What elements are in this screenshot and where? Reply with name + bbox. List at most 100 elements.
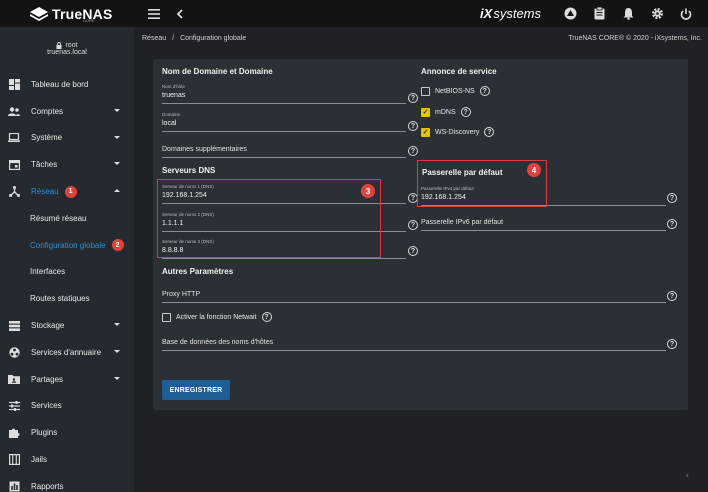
collapse-icon[interactable]: ‹	[686, 470, 689, 480]
gw6-input[interactable]: Passerelle IPv6 par défaut	[421, 219, 503, 226]
sidebar-item-shares[interactable]: Partages	[0, 366, 134, 393]
proxy-field[interactable]: Proxy HTTP	[162, 291, 666, 303]
sidebar-subitem-static-routes[interactable]: Routes statiques	[0, 285, 134, 312]
breadcrumb: Réseau / Configuration globale TrueNAS C…	[134, 27, 708, 49]
mdns-checkbox[interactable]: mDNS ?	[421, 107, 471, 117]
menu-icon[interactable]	[144, 4, 164, 24]
sidebar-item-label: Tableau de bord	[31, 79, 89, 89]
sidebar-item-label: Rapports	[31, 481, 64, 491]
help-icon[interactable]: ?	[408, 146, 418, 156]
sidebar-item-directory-services[interactable]: Services d'annuaire	[0, 339, 134, 366]
wsd-label: WS-Discovery	[435, 128, 480, 136]
chevron-down-icon	[114, 349, 120, 353]
chevron-down-icon	[114, 323, 120, 327]
sidebar-subitem-network-summary[interactable]: Résumé réseau	[0, 205, 134, 232]
domain-input[interactable]: local	[162, 120, 176, 127]
sidebar-item-label: Réseau	[31, 187, 59, 197]
chevron-down-icon	[114, 162, 120, 166]
sidebar-subitem-global-config[interactable]: Configuration globale 2	[0, 232, 134, 259]
gw6-field[interactable]: Passerelle IPv6 par défaut	[421, 219, 666, 231]
help-icon[interactable]: ?	[484, 127, 495, 137]
sidebar-item-dashboard[interactable]: Tableau de bord	[0, 71, 134, 98]
sidebar-subitem-label: Configuration globale	[30, 240, 106, 250]
truenas-logo-icon	[30, 6, 48, 21]
netbios-checkbox[interactable]: NetBIOS-NS ?	[421, 86, 490, 96]
section-title-dns: Serveurs DNS	[162, 166, 216, 175]
sidebar-item-jails[interactable]: Jails	[0, 446, 134, 473]
brand[interactable]: TrueNAS	[0, 0, 134, 27]
dashboard-icon	[8, 78, 20, 90]
domain-field[interactable]: Domaine local	[162, 112, 406, 132]
vendor-prefix: iX	[480, 6, 493, 21]
network-icon	[8, 186, 20, 198]
power-icon[interactable]	[676, 4, 696, 24]
sidebar-item-reports[interactable]: Rapports	[0, 473, 134, 492]
sidebar-item-label: Services	[31, 401, 62, 411]
gw6-underline	[421, 230, 666, 231]
clipboard-icon[interactable]	[589, 4, 609, 24]
extra-domains-underline	[162, 157, 406, 158]
extra-domains-field[interactable]: Domaines supplémentaires	[162, 146, 406, 158]
help-icon[interactable]: ?	[667, 291, 677, 301]
help-icon[interactable]: ?	[408, 93, 418, 103]
help-icon[interactable]: ?	[408, 121, 418, 131]
wsd-checkbox-box[interactable]	[421, 127, 430, 137]
sidebar-item-label: Jails	[31, 455, 48, 465]
jail-icon	[8, 454, 20, 466]
vendor-name: systems	[493, 6, 541, 21]
truecommand-icon[interactable]	[560, 4, 580, 24]
sidebar-item-label: Tâches	[31, 160, 58, 170]
breadcrumb-root[interactable]: Réseau	[142, 35, 166, 42]
laptop-icon	[8, 132, 20, 144]
top-bar: TrueNAS CORE iX systems	[0, 0, 708, 27]
sidebar-subitem-interfaces[interactable]: Interfaces	[0, 259, 134, 286]
netwait-checkbox[interactable]: Activer la fonction Netwait ?	[162, 312, 272, 322]
netwait-checkbox-box[interactable]	[162, 312, 171, 322]
hosts-db-input[interactable]: Base de données des noms d'hôtes	[162, 339, 273, 346]
proxy-input[interactable]: Proxy HTTP	[162, 291, 200, 298]
hostname-input[interactable]: truenas	[162, 92, 185, 99]
gear-icon[interactable]	[647, 4, 667, 24]
sidebar-item-storage[interactable]: Stockage	[0, 312, 134, 339]
extra-domains-input[interactable]: Domaines supplémentaires	[162, 146, 247, 153]
chevron-down-icon	[114, 135, 120, 139]
help-icon[interactable]: ?	[667, 219, 677, 229]
help-icon[interactable]: ?	[408, 246, 418, 256]
help-icon[interactable]: ?	[261, 312, 272, 322]
wsd-checkbox[interactable]: WS-Discovery ?	[421, 127, 495, 137]
chevron-up-icon	[114, 189, 120, 193]
calendar-icon	[8, 159, 20, 171]
hosts-db-field[interactable]: Base de données des noms d'hôtes	[162, 339, 666, 351]
help-icon[interactable]: ?	[667, 193, 677, 203]
annotation-badge-4: 4	[527, 163, 541, 177]
help-icon[interactable]: ?	[667, 339, 677, 349]
bell-icon[interactable]	[618, 4, 638, 24]
sidebar-item-plugins[interactable]: Plugins	[0, 419, 134, 446]
sidebar-subitem-label: Interfaces	[30, 267, 66, 277]
users-icon	[8, 105, 20, 117]
save-button[interactable]: ENREGISTRER	[162, 380, 230, 400]
netbios-checkbox-box[interactable]	[421, 86, 430, 96]
mdns-checkbox-box[interactable]	[421, 107, 430, 117]
chevron-left-icon[interactable]	[170, 4, 190, 24]
lock-icon	[56, 42, 62, 49]
sidebar-item-tasks[interactable]: Tâches	[0, 151, 134, 178]
sidebar-item-network[interactable]: Réseau 1	[0, 178, 134, 205]
help-icon[interactable]: ?	[460, 107, 471, 117]
hostname-field[interactable]: Nom d'hôte truenas	[162, 84, 406, 104]
sidebar-item-label: Partages	[31, 374, 64, 384]
domain-label: Domaine	[162, 112, 181, 117]
sidebar-item-services[interactable]: Services	[0, 393, 134, 420]
sidebar-item-accounts[interactable]: Comptes	[0, 98, 134, 125]
section-title-other: Autres Paramètres	[162, 267, 234, 276]
dns3-underline	[162, 258, 406, 259]
help-icon[interactable]: ?	[479, 86, 490, 96]
breadcrumb-current: Configuration globale	[180, 34, 247, 42]
sidebar-item-system[interactable]: Système	[0, 125, 134, 152]
hostname-label: Nom d'hôte	[162, 84, 185, 89]
help-icon[interactable]: ?	[408, 220, 418, 230]
chevron-down-icon	[114, 376, 120, 380]
sidebar-item-label: Plugins	[31, 428, 58, 438]
annotation-badge-1: 1	[64, 185, 77, 198]
storage-icon	[8, 320, 20, 332]
